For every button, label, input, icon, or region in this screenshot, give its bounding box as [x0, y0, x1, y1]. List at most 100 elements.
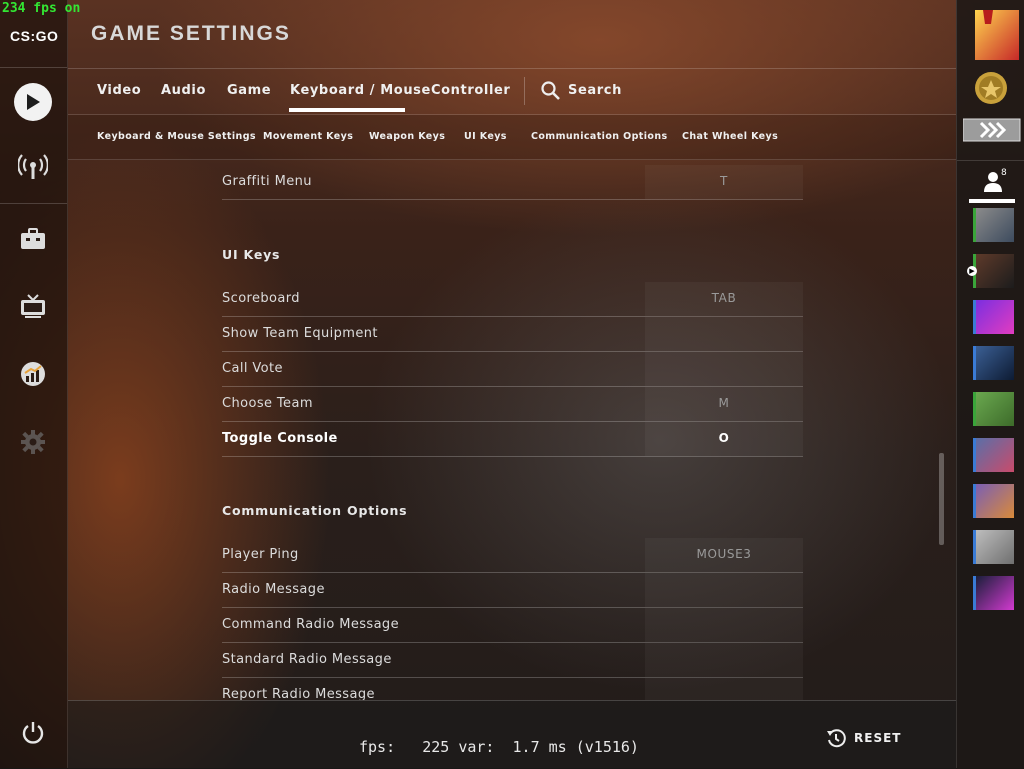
power-icon: [22, 722, 44, 744]
keybind-label: Report Radio Message: [222, 687, 375, 700]
stats-button[interactable]: [14, 355, 52, 393]
keybind-key: O: [718, 431, 730, 445]
keybind-key: T: [720, 174, 728, 188]
keybind-value-box[interactable]: [645, 608, 803, 642]
subtab-weapon-keys[interactable]: Weapon Keys: [369, 131, 445, 142]
keybind-row-call-vote[interactable]: Call Vote: [222, 352, 803, 387]
subtab-keyboard-mouse-settings[interactable]: Keyboard & Mouse Settings: [97, 131, 256, 142]
friend-avatar[interactable]: [973, 484, 1014, 518]
keybind-value-box[interactable]: MOUSE3: [645, 538, 803, 572]
search-label: Search: [568, 83, 622, 98]
keybind-label: Scoreboard: [222, 291, 300, 306]
tab-controller[interactable]: Controller: [431, 83, 510, 98]
tab-separator: [524, 77, 525, 105]
play-button[interactable]: [14, 83, 52, 121]
rank-chevrons-icon: [962, 118, 1021, 142]
friend-avatar[interactable]: [973, 300, 1014, 334]
keybind-key: MOUSE3: [696, 547, 752, 561]
subtab-ui-keys[interactable]: UI Keys: [464, 131, 507, 142]
friend-avatar[interactable]: [973, 346, 1014, 380]
keybind-row-standard-radio-message[interactable]: Standard Radio Message: [222, 643, 803, 678]
friends-tab[interactable]: 8: [957, 160, 1024, 205]
fps-readout: fps: 225 var: 1.7 ms (v1516): [359, 738, 639, 756]
keybind-row-scoreboard[interactable]: Scoreboard TAB: [222, 282, 803, 317]
person-icon: [984, 172, 1002, 192]
keybind-value-box[interactable]: [645, 678, 803, 700]
keybind-label: Toggle Console: [222, 431, 338, 446]
tv-button[interactable]: [14, 287, 52, 325]
divider: [0, 67, 67, 68]
keybind-row-choose-team[interactable]: Choose Team M: [222, 387, 803, 422]
tab-video[interactable]: Video: [97, 83, 141, 98]
settings-list: Graffiti Menu T UI Keys Scoreboard TAB S…: [68, 160, 956, 700]
competitive-rank[interactable]: [962, 118, 1021, 164]
keybind-row-report-radio-message[interactable]: Report Radio Message: [222, 678, 803, 700]
keybind-row-toggle-console[interactable]: Toggle Console O: [222, 422, 803, 457]
keybind-label: Call Vote: [222, 361, 283, 376]
stats-icon: [21, 362, 45, 386]
play-icon: [14, 83, 52, 121]
friends-count: 8: [1001, 168, 1007, 178]
tab-audio[interactable]: Audio: [161, 83, 206, 98]
friend-avatar[interactable]: [973, 254, 1014, 288]
inventory-button[interactable]: [14, 220, 52, 258]
reset-label: RESET: [854, 731, 902, 745]
friend-avatar[interactable]: [973, 438, 1014, 472]
search-icon: [541, 81, 560, 100]
keybind-row-command-radio-message[interactable]: Command Radio Message: [222, 608, 803, 643]
footer: fps: 225 var: 1.7 ms (v1516) RESET: [68, 700, 956, 769]
profile-rank-badge[interactable]: [967, 6, 1019, 60]
service-medal[interactable]: [973, 70, 1019, 116]
gear-icon: [21, 430, 45, 454]
keybind-label: Show Team Equipment: [222, 326, 378, 341]
keybind-row-radio-message[interactable]: Radio Message: [222, 573, 803, 608]
right-sidebar: 8 ▶: [956, 0, 1024, 768]
friend-avatar[interactable]: [973, 576, 1014, 610]
page-title: GAME SETTINGS: [91, 22, 291, 45]
keybind-row-player-ping[interactable]: Player Ping MOUSE3: [222, 538, 803, 573]
tab-keyboard-mouse[interactable]: Keyboard / Mouse: [290, 83, 431, 98]
keybind-value-box[interactable]: T: [645, 165, 803, 199]
medal-icon: [975, 72, 1007, 104]
tab-bar: Video Audio Game Keyboard / Mouse Contro…: [68, 68, 956, 115]
friends-tab-underline: [969, 199, 1015, 203]
left-sidebar: 234 fps on CS:GO: [0, 0, 80, 768]
in-game-indicator: ▶: [967, 266, 977, 276]
keybind-label: Standard Radio Message: [222, 652, 392, 667]
keybind-value-box[interactable]: [645, 317, 803, 351]
friend-avatar[interactable]: [973, 530, 1014, 564]
settings-button[interactable]: [14, 423, 52, 461]
search-button[interactable]: Search: [541, 81, 622, 100]
keybind-value-box[interactable]: [645, 643, 803, 677]
keybind-value-box[interactable]: TAB: [645, 282, 803, 316]
section-heading-ui-keys: UI Keys: [222, 247, 281, 262]
active-tab-indicator: [289, 108, 405, 112]
subtab-chat-wheel-keys[interactable]: Chat Wheel Keys: [682, 131, 778, 142]
section-heading-communication-options: Communication Options: [222, 503, 408, 518]
tab-game[interactable]: Game: [227, 83, 271, 98]
header: GAME SETTINGS: [68, 0, 956, 69]
keybind-value-box[interactable]: [645, 352, 803, 386]
subtab-communication-options[interactable]: Communication Options: [531, 131, 668, 142]
flame-badge-icon: [975, 10, 1019, 60]
keybind-key: M: [718, 396, 730, 410]
friend-avatar[interactable]: [973, 392, 1014, 426]
reset-button[interactable]: RESET: [826, 728, 901, 748]
keybind-value-box[interactable]: M: [645, 387, 803, 421]
keybind-value-box[interactable]: O: [645, 422, 803, 456]
keybind-value-box[interactable]: [645, 573, 803, 607]
subtab-movement-keys[interactable]: Movement Keys: [263, 131, 353, 142]
scrollbar-thumb[interactable]: [939, 453, 944, 545]
friend-avatar[interactable]: [973, 208, 1014, 242]
subtab-bar: Keyboard & Mouse Settings Movement Keys …: [68, 115, 956, 160]
reset-icon: [827, 729, 846, 748]
keybind-row-graffiti-menu[interactable]: Graffiti Menu T: [222, 165, 803, 200]
keybind-label: Player Ping: [222, 547, 299, 562]
power-button[interactable]: [14, 714, 52, 752]
keybind-label: Choose Team: [222, 396, 313, 411]
broadcast-button[interactable]: [14, 148, 52, 186]
keybind-label: Radio Message: [222, 582, 325, 597]
keybind-row-show-team-equipment[interactable]: Show Team Equipment: [222, 317, 803, 352]
keybind-label: Graffiti Menu: [222, 174, 312, 189]
tv-icon: [21, 294, 45, 318]
